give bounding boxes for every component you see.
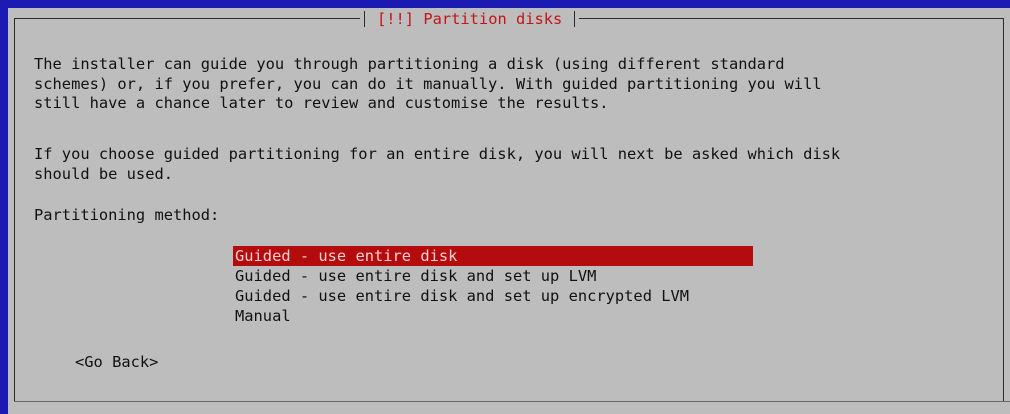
go-back-button[interactable]: <Go Back> xyxy=(75,352,158,372)
partitioning-method-list: Guided - use entire disk Guided - use en… xyxy=(233,246,753,326)
option-guided-encrypted-lvm[interactable]: Guided - use entire disk and set up encr… xyxy=(233,286,753,306)
screen-edge-left xyxy=(0,0,8,414)
guided-note-paragraph: If you choose guided partitioning for an… xyxy=(34,145,841,183)
option-guided-entire-disk[interactable]: Guided - use entire disk xyxy=(233,246,753,266)
dialog-shadow xyxy=(14,401,1010,402)
partitioning-method-label: Partitioning method: xyxy=(34,206,220,224)
title-right-tick xyxy=(574,11,576,27)
dialog-title-bar: [!!] Partition disks xyxy=(360,8,580,30)
option-guided-lvm[interactable]: Guided - use entire disk and set up LVM xyxy=(233,266,753,286)
installer-screen: [!!] Partition disks The installer can g… xyxy=(0,0,1010,414)
option-manual[interactable]: Manual xyxy=(233,306,753,326)
intro-paragraph: The installer can guide you through part… xyxy=(34,55,822,112)
screen-edge-top xyxy=(0,0,1010,8)
dialog-title: [!!] Partition disks xyxy=(377,10,563,28)
